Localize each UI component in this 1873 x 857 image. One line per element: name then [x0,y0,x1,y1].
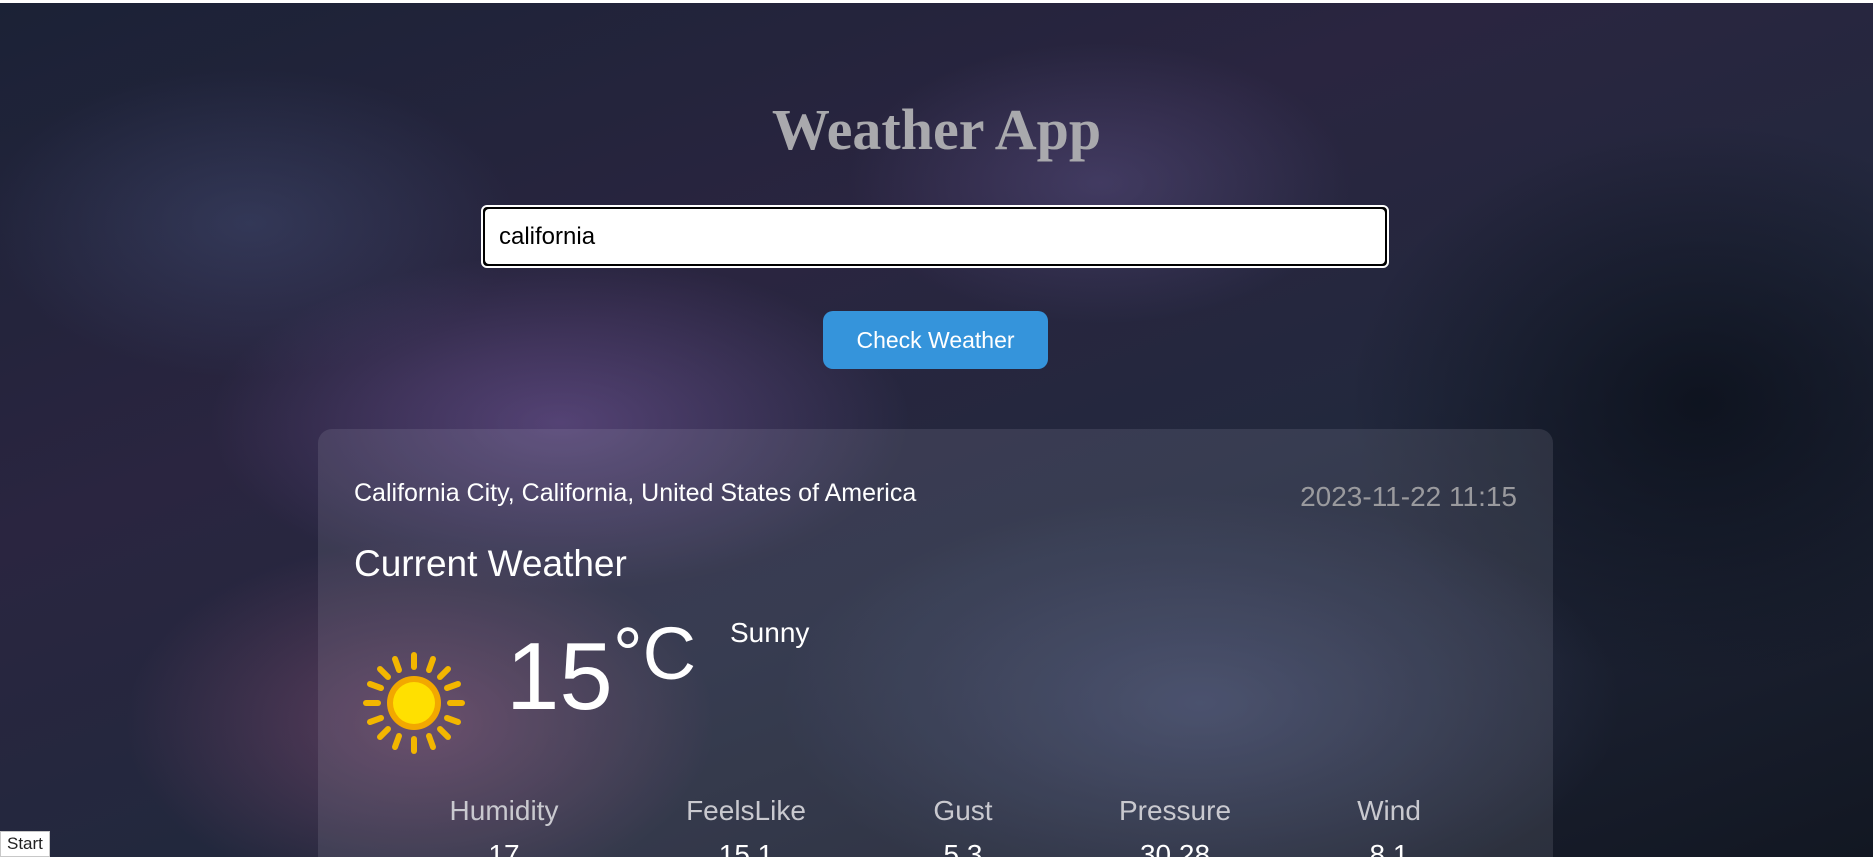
stat-label: Wind [1357,795,1421,826]
stat-value: 15.1 [718,839,774,857]
sun-icon [363,652,465,754]
stat-label: Pressure [1118,795,1232,826]
weather-card: California City, California, United Stat… [318,429,1553,857]
stat-feelslike: FeelsLike 15.1 [646,795,846,857]
page-title: Weather App [771,97,1102,162]
location-label: California City, California, United Stat… [354,479,917,507]
start-button[interactable]: Start [0,831,50,857]
stat-pressure: Pressure 30.28 [1075,795,1275,857]
stat-label: Humidity [449,795,559,826]
stat-value: 8.1 [1369,839,1409,857]
datetime-label: 2023-11-22 11:15 [1300,481,1517,512]
stat-value: 30.28 [1139,839,1211,857]
stat-label: FeelsLike [686,795,806,826]
temperature-value: 15 [506,623,613,730]
stat-label: Gust [933,795,993,826]
search-input[interactable] [485,209,1385,264]
search-box [481,205,1389,268]
condition-label: Sunny [730,617,810,648]
stat-gust: Gust 5.3 [863,795,1063,857]
stat-value: 5.3 [943,839,983,857]
stat-wind: Wind 8.1 [1289,795,1489,857]
stat-value: 17 [488,839,520,857]
temperature-unit: °C [613,612,697,695]
current-weather-title: Current Weather [354,543,627,584]
check-weather-button[interactable]: Check Weather [823,311,1048,369]
stat-humidity: Humidity 17 [404,795,604,857]
